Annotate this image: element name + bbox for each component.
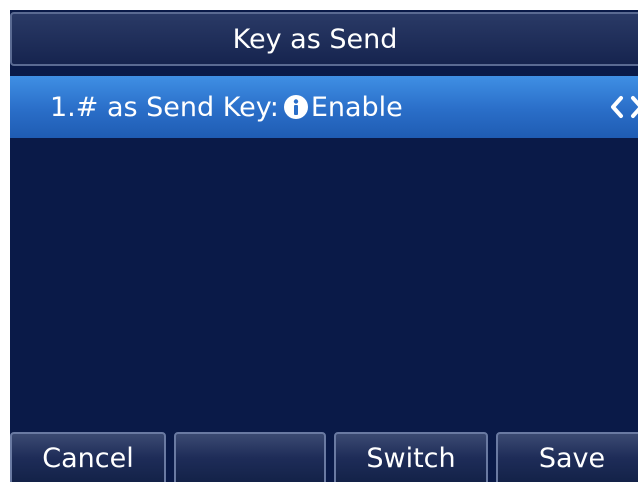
empty-softkey[interactable] [174,432,326,482]
save-button[interactable]: Save [496,432,638,482]
switch-button[interactable]: Switch [334,432,488,482]
chevron-left-icon[interactable] [610,95,624,119]
chevron-right-icon[interactable] [630,95,638,119]
phone-screen: Key as Send 1.# as Send Key: Enable Canc… [10,10,638,482]
setting-value: Enable [310,91,403,123]
cancel-button[interactable]: Cancel [10,432,166,482]
page-title: Key as Send [232,23,398,55]
softkey-bar: Cancel Switch Save [10,432,638,482]
value-switch-arrows[interactable] [610,94,638,120]
title-bar: Key as Send [10,12,638,66]
setting-row-send-key[interactable]: 1.# as Send Key: Enable [10,76,638,138]
setting-label: 1.# as Send Key: [50,91,279,123]
info-icon [283,94,309,120]
